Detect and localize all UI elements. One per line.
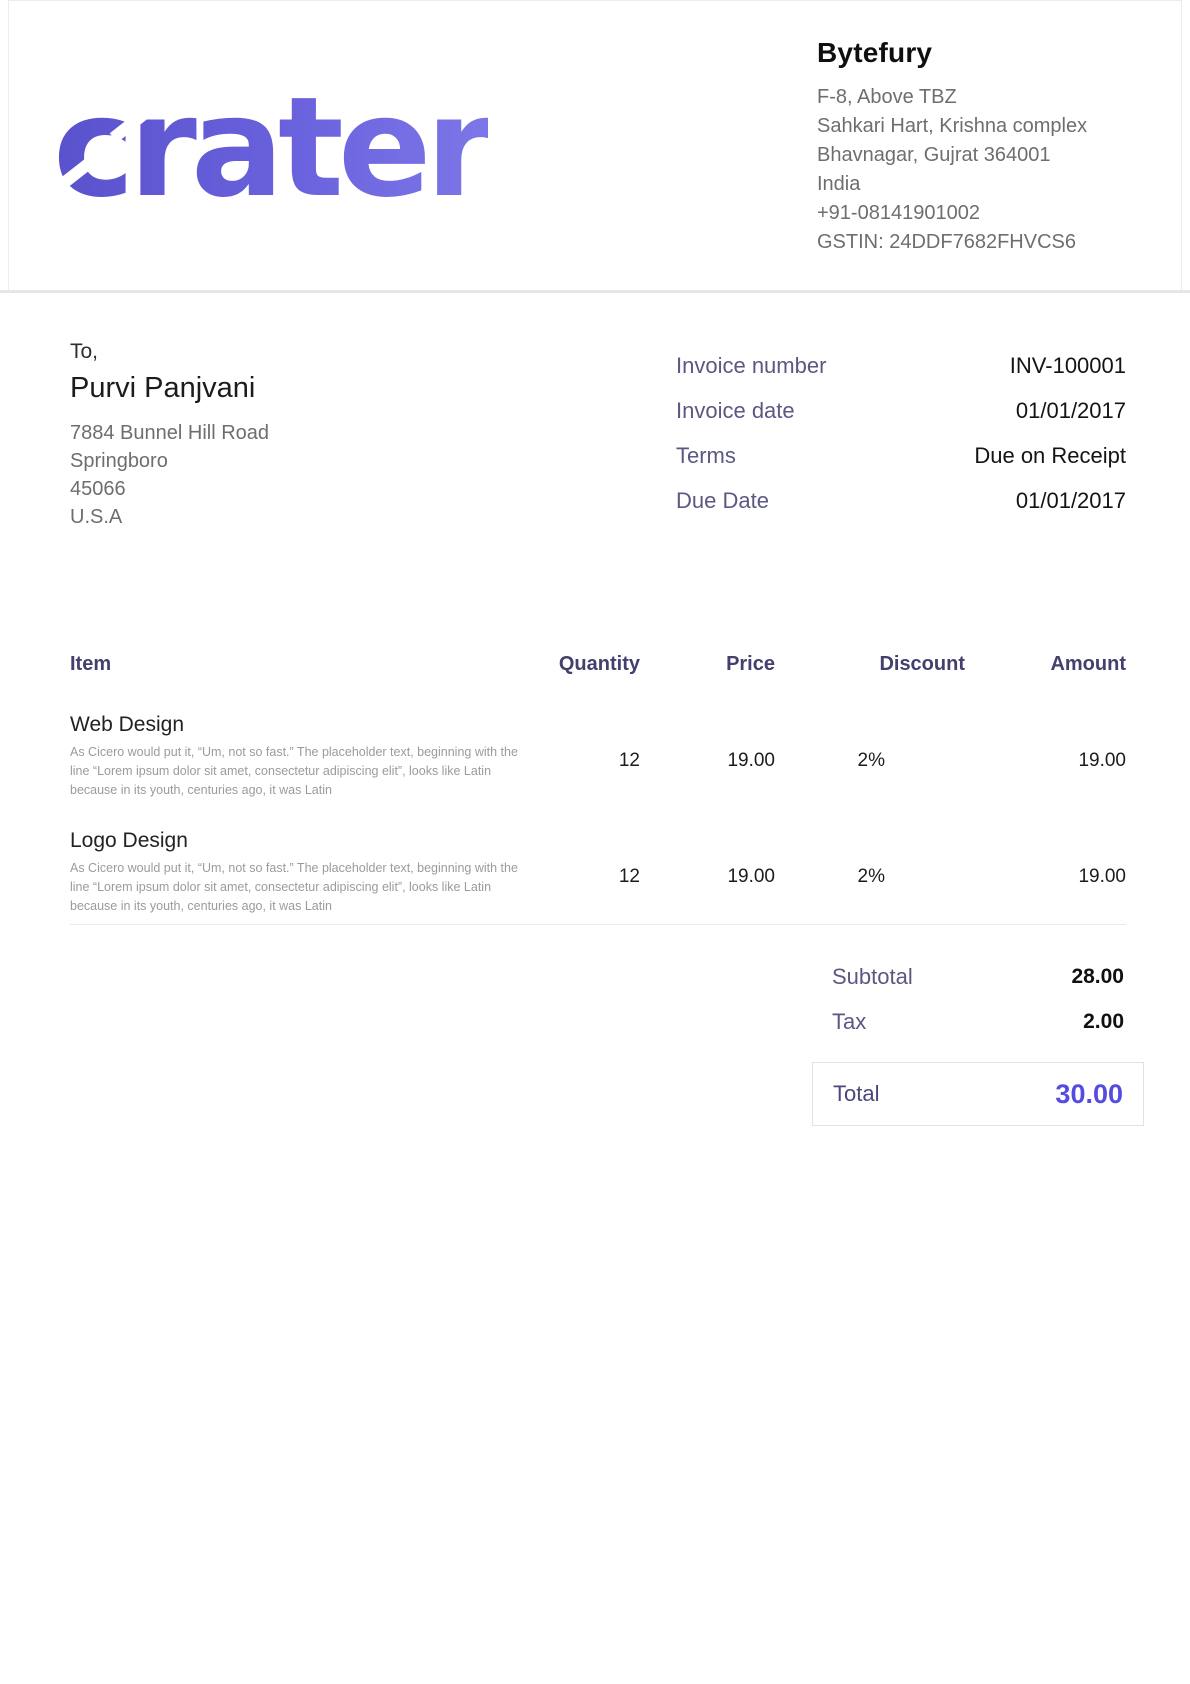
totals-divider bbox=[70, 924, 1126, 925]
header-band: crater Bytefury F-8, Above TBZ Sahkari H… bbox=[8, 0, 1182, 290]
customer-address-line: 7884 Bunnel Hill Road bbox=[70, 419, 269, 447]
column-header-item: Item bbox=[70, 652, 530, 676]
company-gstin: GSTIN: 24DDF7682FHVCS6 bbox=[817, 228, 1117, 257]
invoice-number-label: Invoice number bbox=[676, 353, 826, 379]
due-date-label: Due Date bbox=[676, 488, 769, 514]
invoice-page: crater Bytefury F-8, Above TBZ Sahkari H… bbox=[0, 0, 1190, 1684]
items-table: Item Quantity Price Discount Amount Web … bbox=[70, 652, 1126, 916]
company-address-line: Bhavnagar, Gujrat 364001 bbox=[817, 141, 1117, 170]
item-discount: 2% bbox=[775, 712, 965, 800]
column-header-price: Price bbox=[640, 652, 775, 676]
terms-value: Due on Receipt bbox=[974, 443, 1126, 469]
item-price: 19.00 bbox=[640, 712, 775, 800]
terms-label: Terms bbox=[676, 443, 736, 469]
table-header-row: Item Quantity Price Discount Amount bbox=[70, 652, 1126, 676]
header-divider bbox=[0, 290, 1190, 293]
meta-row-invoice-date: Invoice date 01/01/2017 bbox=[676, 388, 1126, 433]
invoice-date-value: 01/01/2017 bbox=[1016, 398, 1126, 424]
item-description: As Cicero would put it, “Um, not so fast… bbox=[70, 859, 525, 916]
item-description: As Cicero would put it, “Um, not so fast… bbox=[70, 743, 525, 800]
meta-row-invoice-number: Invoice number INV-100001 bbox=[676, 343, 1126, 388]
customer-address-line: Springboro bbox=[70, 447, 269, 475]
item-amount: 19.00 bbox=[965, 828, 1126, 916]
column-header-discount: Discount bbox=[775, 652, 965, 676]
meta-row-terms: Terms Due on Receipt bbox=[676, 433, 1126, 478]
customer-address-line: 45066 bbox=[70, 475, 269, 503]
column-header-amount: Amount bbox=[965, 652, 1126, 676]
subtotal-row: Subtotal 28.00 bbox=[832, 963, 1124, 991]
item-name: Web Design bbox=[70, 712, 530, 738]
bill-to-block: To, Purvi Panjvani 7884 Bunnel Hill Road… bbox=[70, 340, 269, 531]
meta-row-due-date: Due Date 01/01/2017 bbox=[676, 478, 1126, 523]
item-quantity: 12 bbox=[530, 828, 640, 916]
total-label: Total bbox=[833, 1081, 879, 1107]
customer-address-line: U.S.A bbox=[70, 503, 269, 531]
item-discount: 2% bbox=[775, 828, 965, 916]
crater-logo: crater bbox=[53, 79, 488, 217]
item-name: Logo Design bbox=[70, 828, 530, 854]
item-row: Logo Design As Cicero would put it, “Um,… bbox=[70, 828, 1126, 916]
tax-row: Tax 2.00 bbox=[832, 1008, 1124, 1036]
invoice-meta: Invoice number INV-100001 Invoice date 0… bbox=[676, 343, 1126, 523]
due-date-value: 01/01/2017 bbox=[1016, 488, 1126, 514]
invoice-date-label: Invoice date bbox=[676, 398, 795, 424]
company-address-line: Sahkari Hart, Krishna complex bbox=[817, 112, 1117, 141]
column-header-quantity: Quantity bbox=[530, 652, 640, 676]
item-cell: Logo Design As Cicero would put it, “Um,… bbox=[70, 828, 530, 916]
total-box: Total 30.00 bbox=[812, 1062, 1144, 1126]
item-cell: Web Design As Cicero would put it, “Um, … bbox=[70, 712, 530, 800]
company-info: Bytefury F-8, Above TBZ Sahkari Hart, Kr… bbox=[817, 37, 1117, 257]
company-address-line: India bbox=[817, 170, 1117, 199]
item-row: Web Design As Cicero would put it, “Um, … bbox=[70, 712, 1126, 800]
company-phone: +91-08141901002 bbox=[817, 199, 1117, 228]
customer-name: Purvi Panjvani bbox=[70, 372, 269, 405]
bill-to-label: To, bbox=[70, 340, 269, 364]
invoice-number-value: INV-100001 bbox=[1010, 353, 1126, 379]
item-price: 19.00 bbox=[640, 828, 775, 916]
company-name: Bytefury bbox=[817, 37, 1117, 69]
item-quantity: 12 bbox=[530, 712, 640, 800]
tax-value: 2.00 bbox=[1083, 1010, 1124, 1034]
item-amount: 19.00 bbox=[965, 712, 1126, 800]
company-address-line: F-8, Above TBZ bbox=[817, 83, 1117, 112]
subtotal-value: 28.00 bbox=[1071, 965, 1124, 989]
tax-label: Tax bbox=[832, 1009, 866, 1035]
total-value: 30.00 bbox=[1055, 1079, 1123, 1110]
subtotal-label: Subtotal bbox=[832, 964, 913, 990]
